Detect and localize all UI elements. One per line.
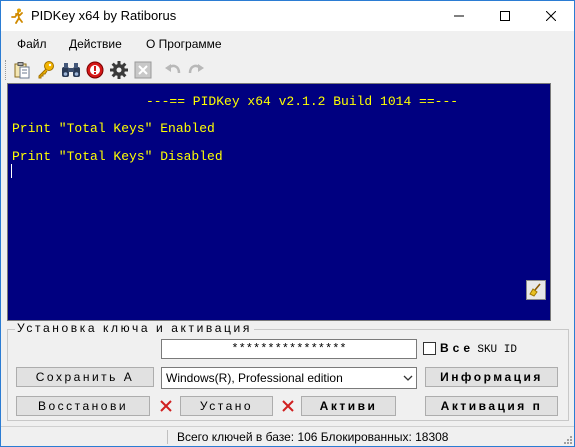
search-button[interactable] (60, 59, 82, 81)
menu-bar: Файл Действие О Программе (1, 33, 574, 55)
product-key-field[interactable]: **************** (161, 339, 417, 359)
settings-button[interactable] (108, 59, 130, 81)
runner-icon (11, 8, 23, 24)
text-caret (11, 164, 12, 178)
install-button[interactable]: Устано (180, 396, 273, 416)
undo-button[interactable] (162, 59, 184, 81)
console-line: Print "Total Keys" Enabled (12, 121, 215, 136)
all-sku-label-rest: SKU ID (477, 344, 517, 356)
broom-icon (529, 283, 541, 297)
remove-install-button[interactable] (280, 397, 296, 415)
close-grey-icon (134, 61, 152, 79)
menu-about[interactable]: О Программе (146, 37, 222, 51)
menu-file[interactable]: Файл (17, 37, 47, 51)
clear-console-button[interactable] (526, 280, 546, 300)
app-window: PIDKey x64 by Ratiborus Файл Действие О … (0, 0, 575, 447)
status-bar: Всего ключей в базе: 106 Блокированных: … (1, 426, 574, 446)
maximize-button[interactable] (482, 1, 528, 31)
stop-button[interactable] (84, 59, 106, 81)
resize-grip-icon[interactable] (562, 434, 572, 444)
close-icon (546, 11, 556, 21)
edition-select[interactable]: Windows(R), Professional edition (161, 367, 417, 389)
menu-action[interactable]: Действие (69, 37, 122, 51)
toolbar-grip[interactable] (5, 60, 8, 80)
minimize-button[interactable] (436, 1, 482, 31)
clipboard-icon (14, 62, 30, 79)
close-button[interactable] (528, 1, 574, 31)
all-sku-checkbox[interactable] (423, 342, 436, 355)
red-x-icon (160, 400, 172, 412)
console-scrollbar[interactable] (552, 83, 569, 321)
paste-button[interactable] (11, 59, 33, 81)
maximize-icon (500, 11, 510, 21)
binoculars-icon (62, 63, 80, 77)
console-output[interactable]: ---== PIDKey x64 v2.1.2 Build 1014 ==---… (7, 83, 551, 321)
status-text: Всего ключей в базе: 106 Блокированных: … (177, 430, 449, 444)
redo-button[interactable] (185, 59, 207, 81)
all-sku-label: Все SKU ID (440, 341, 517, 356)
toolbar (1, 57, 574, 83)
restore-button[interactable]: Восстанови (16, 396, 150, 416)
chevron-down-icon (403, 375, 413, 381)
edition-select-value: Windows(R), Professional edition (166, 371, 343, 385)
title-bar: PIDKey x64 by Ratiborus (1, 1, 574, 31)
remove-restore-button[interactable] (158, 397, 174, 415)
key-button[interactable] (35, 59, 57, 81)
status-progress-cell (7, 430, 168, 444)
info-button[interactable]: Информация (425, 367, 558, 387)
group-title: Установка ключа и активация (15, 321, 254, 335)
activate-button[interactable]: Активи (301, 396, 396, 416)
console-header: ---== PIDKey x64 v2.1.2 Build 1014 ==--- (146, 94, 459, 109)
undo-icon (165, 64, 181, 74)
cancel-button[interactable] (132, 59, 154, 81)
gear-icon (110, 61, 128, 79)
redo-icon (188, 64, 204, 74)
console-line: Print "Total Keys" Disabled (12, 149, 223, 164)
save-button[interactable]: Сохранить А (16, 367, 154, 387)
red-x-icon (282, 400, 294, 412)
minimize-icon (454, 15, 464, 17)
activation-button[interactable]: Активация п (425, 396, 558, 416)
stop-icon (86, 61, 104, 79)
all-sku-label-bold: Все (440, 341, 475, 355)
key-icon (38, 61, 54, 79)
window-title: PIDKey x64 by Ratiborus (31, 8, 177, 23)
